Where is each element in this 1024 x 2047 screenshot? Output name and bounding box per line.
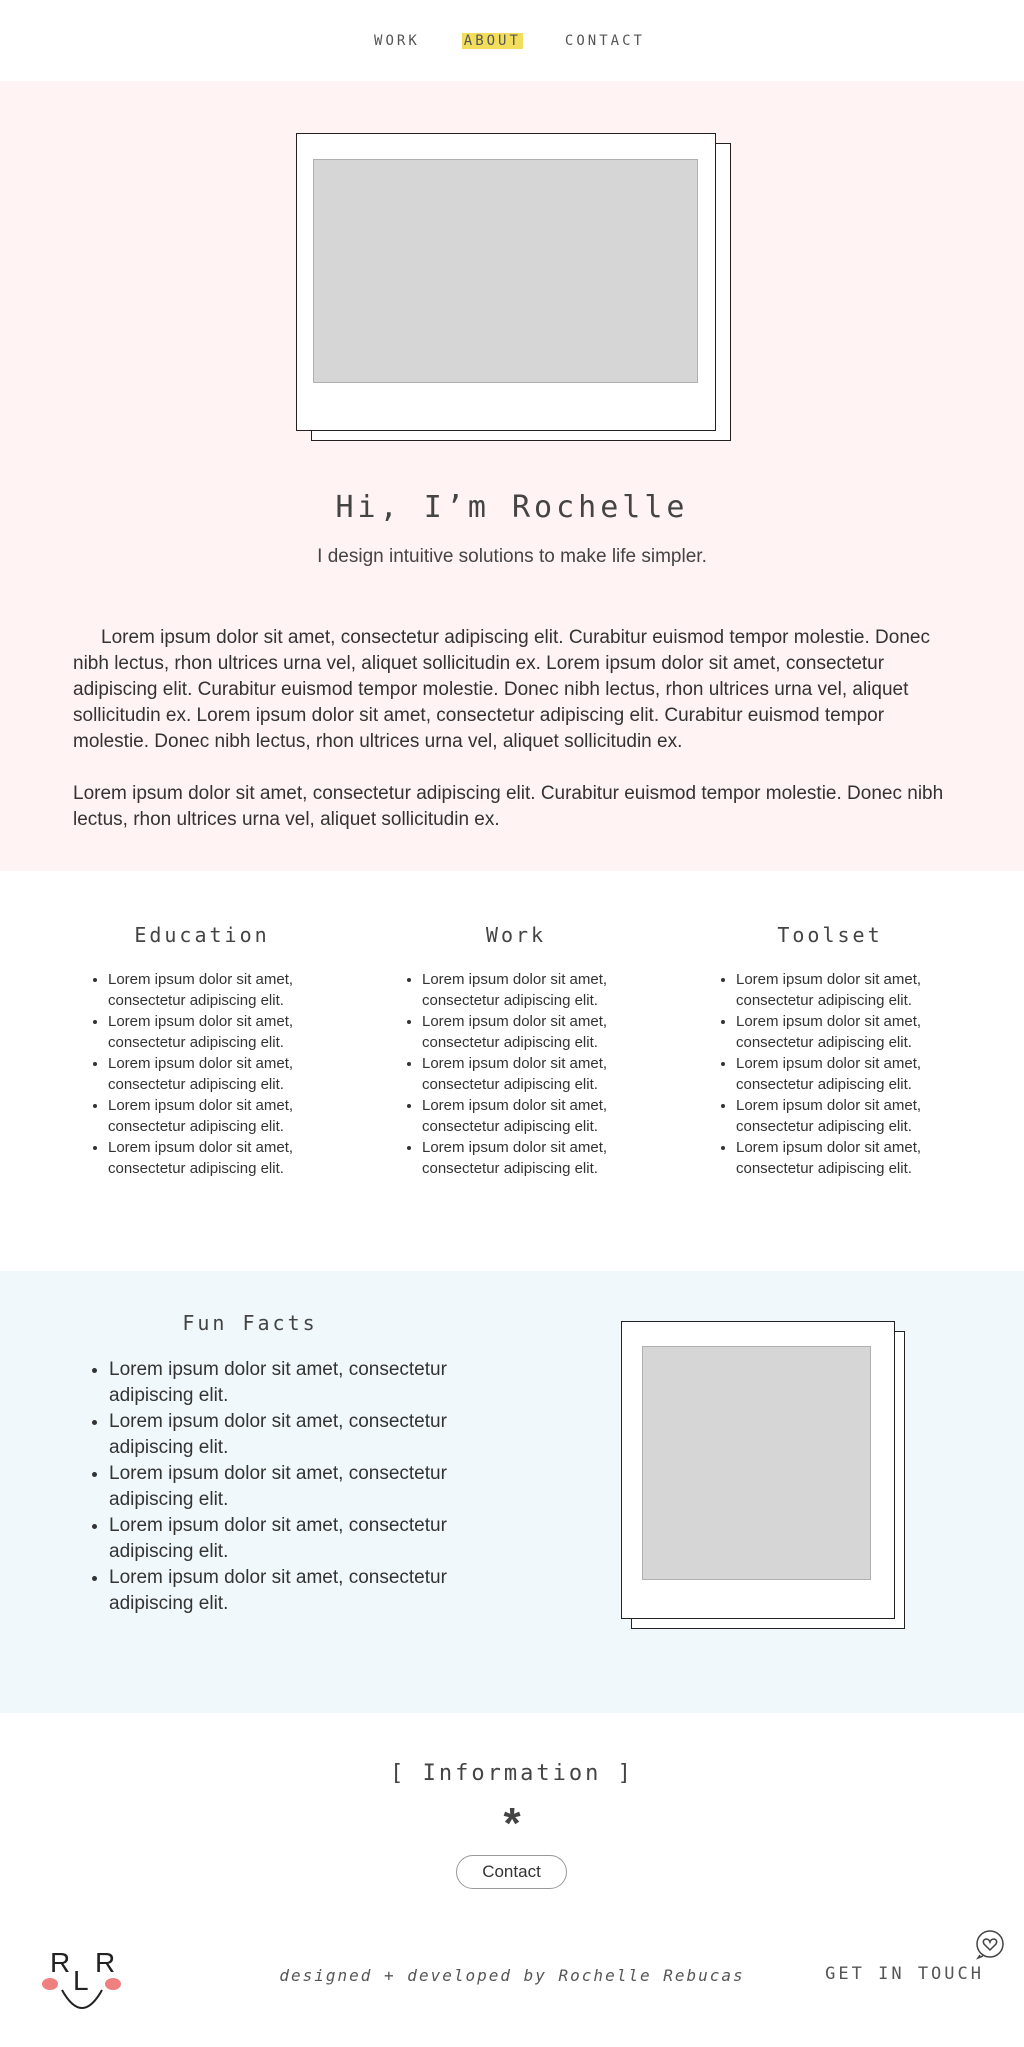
nav-about[interactable]: ABOUT — [461, 32, 523, 49]
hero-section: Hi, I’m Rochelle I design intuitive solu… — [0, 81, 1024, 871]
footer: R L R designed + developed by Rochelle R… — [0, 1918, 1024, 2046]
list-item: Lorem ipsum dolor sit amet, consectetur … — [422, 1011, 646, 1053]
list-item: Lorem ipsum dolor sit amet, consectetur … — [422, 1095, 646, 1137]
list-item: Lorem ipsum dolor sit amet, consectetur … — [736, 1011, 960, 1053]
list-item: Lorem ipsum dolor sit amet, consectetur … — [422, 1137, 646, 1179]
list-item: Lorem ipsum dolor sit amet, consectetur … — [108, 1011, 332, 1053]
list-item: Lorem ipsum dolor sit amet, consectetur … — [109, 1461, 509, 1513]
education-column: Education Lorem ipsum dolor sit amet, co… — [72, 923, 332, 1179]
information-heading: [ Information ] — [390, 1761, 634, 1786]
nav-work[interactable]: WORK — [372, 33, 422, 49]
fun-facts-heading: Fun Facts — [182, 1311, 318, 1335]
top-nav: WORK ABOUT CONTACT — [0, 0, 1024, 81]
list-item: Lorem ipsum dolor sit amet, consectetur … — [109, 1565, 509, 1617]
intro-paragraph: Lorem ipsum dolor sit amet, consectetur … — [73, 627, 930, 752]
information-section: [ Information ] * Contact — [0, 1713, 1024, 1918]
list-item: Lorem ipsum dolor sit amet, consectetur … — [108, 969, 332, 1011]
fun-facts-list: Lorem ipsum dolor sit amet, consectetur … — [73, 1357, 509, 1617]
fun-facts-section: Fun Facts Lorem ipsum dolor sit amet, co… — [0, 1271, 1024, 1713]
work-heading: Work — [485, 923, 547, 947]
fun-facts-photo-placeholder — [642, 1346, 871, 1580]
work-column: Work Lorem ipsum dolor sit amet, consect… — [386, 923, 646, 1179]
info-columns: Education Lorem ipsum dolor sit amet, co… — [0, 871, 1024, 1271]
nav-contact[interactable]: CONTACT — [563, 33, 647, 49]
list-item: Lorem ipsum dolor sit amet, consectetur … — [736, 1053, 960, 1095]
page-title: Hi, I’m Rochelle — [335, 490, 689, 525]
get-in-touch-link[interactable]: GET IN TOUCH — [825, 1964, 984, 1984]
list-item: Lorem ipsum dolor sit amet, consectetur … — [109, 1357, 509, 1409]
list-item: Lorem ipsum dolor sit amet, consectetur … — [736, 1137, 960, 1179]
intro-paragraph-2: Lorem ipsum dolor sit amet, consectetur … — [73, 783, 944, 830]
list-item: Lorem ipsum dolor sit amet, consectetur … — [108, 1053, 332, 1095]
list-item: Lorem ipsum dolor sit amet, consectetur … — [422, 969, 646, 1011]
list-item: Lorem ipsum dolor sit amet, consectetur … — [736, 1095, 960, 1137]
education-heading: Education — [134, 923, 270, 947]
list-item: Lorem ipsum dolor sit amet, consectetur … — [109, 1513, 509, 1565]
asterisk-icon: * — [503, 1799, 521, 1848]
list-item: Lorem ipsum dolor sit amet, consectetur … — [736, 969, 960, 1011]
list-item: Lorem ipsum dolor sit amet, consectetur … — [108, 1095, 332, 1137]
list-item: Lorem ipsum dolor sit amet, consectetur … — [109, 1409, 509, 1461]
toolset-heading: Toolset — [777, 923, 883, 947]
heart-chat-icon[interactable] — [974, 1928, 1006, 1960]
toolset-column: Toolset Lorem ipsum dolor sit amet, cons… — [700, 923, 960, 1179]
list-item: Lorem ipsum dolor sit amet, consectetur … — [422, 1053, 646, 1095]
list-item: Lorem ipsum dolor sit amet, consectetur … — [108, 1137, 332, 1179]
contact-button[interactable]: Contact — [456, 1855, 567, 1889]
hero-photo-placeholder — [313, 159, 698, 383]
hero-subtitle: I design intuitive solutions to make lif… — [317, 546, 707, 567]
